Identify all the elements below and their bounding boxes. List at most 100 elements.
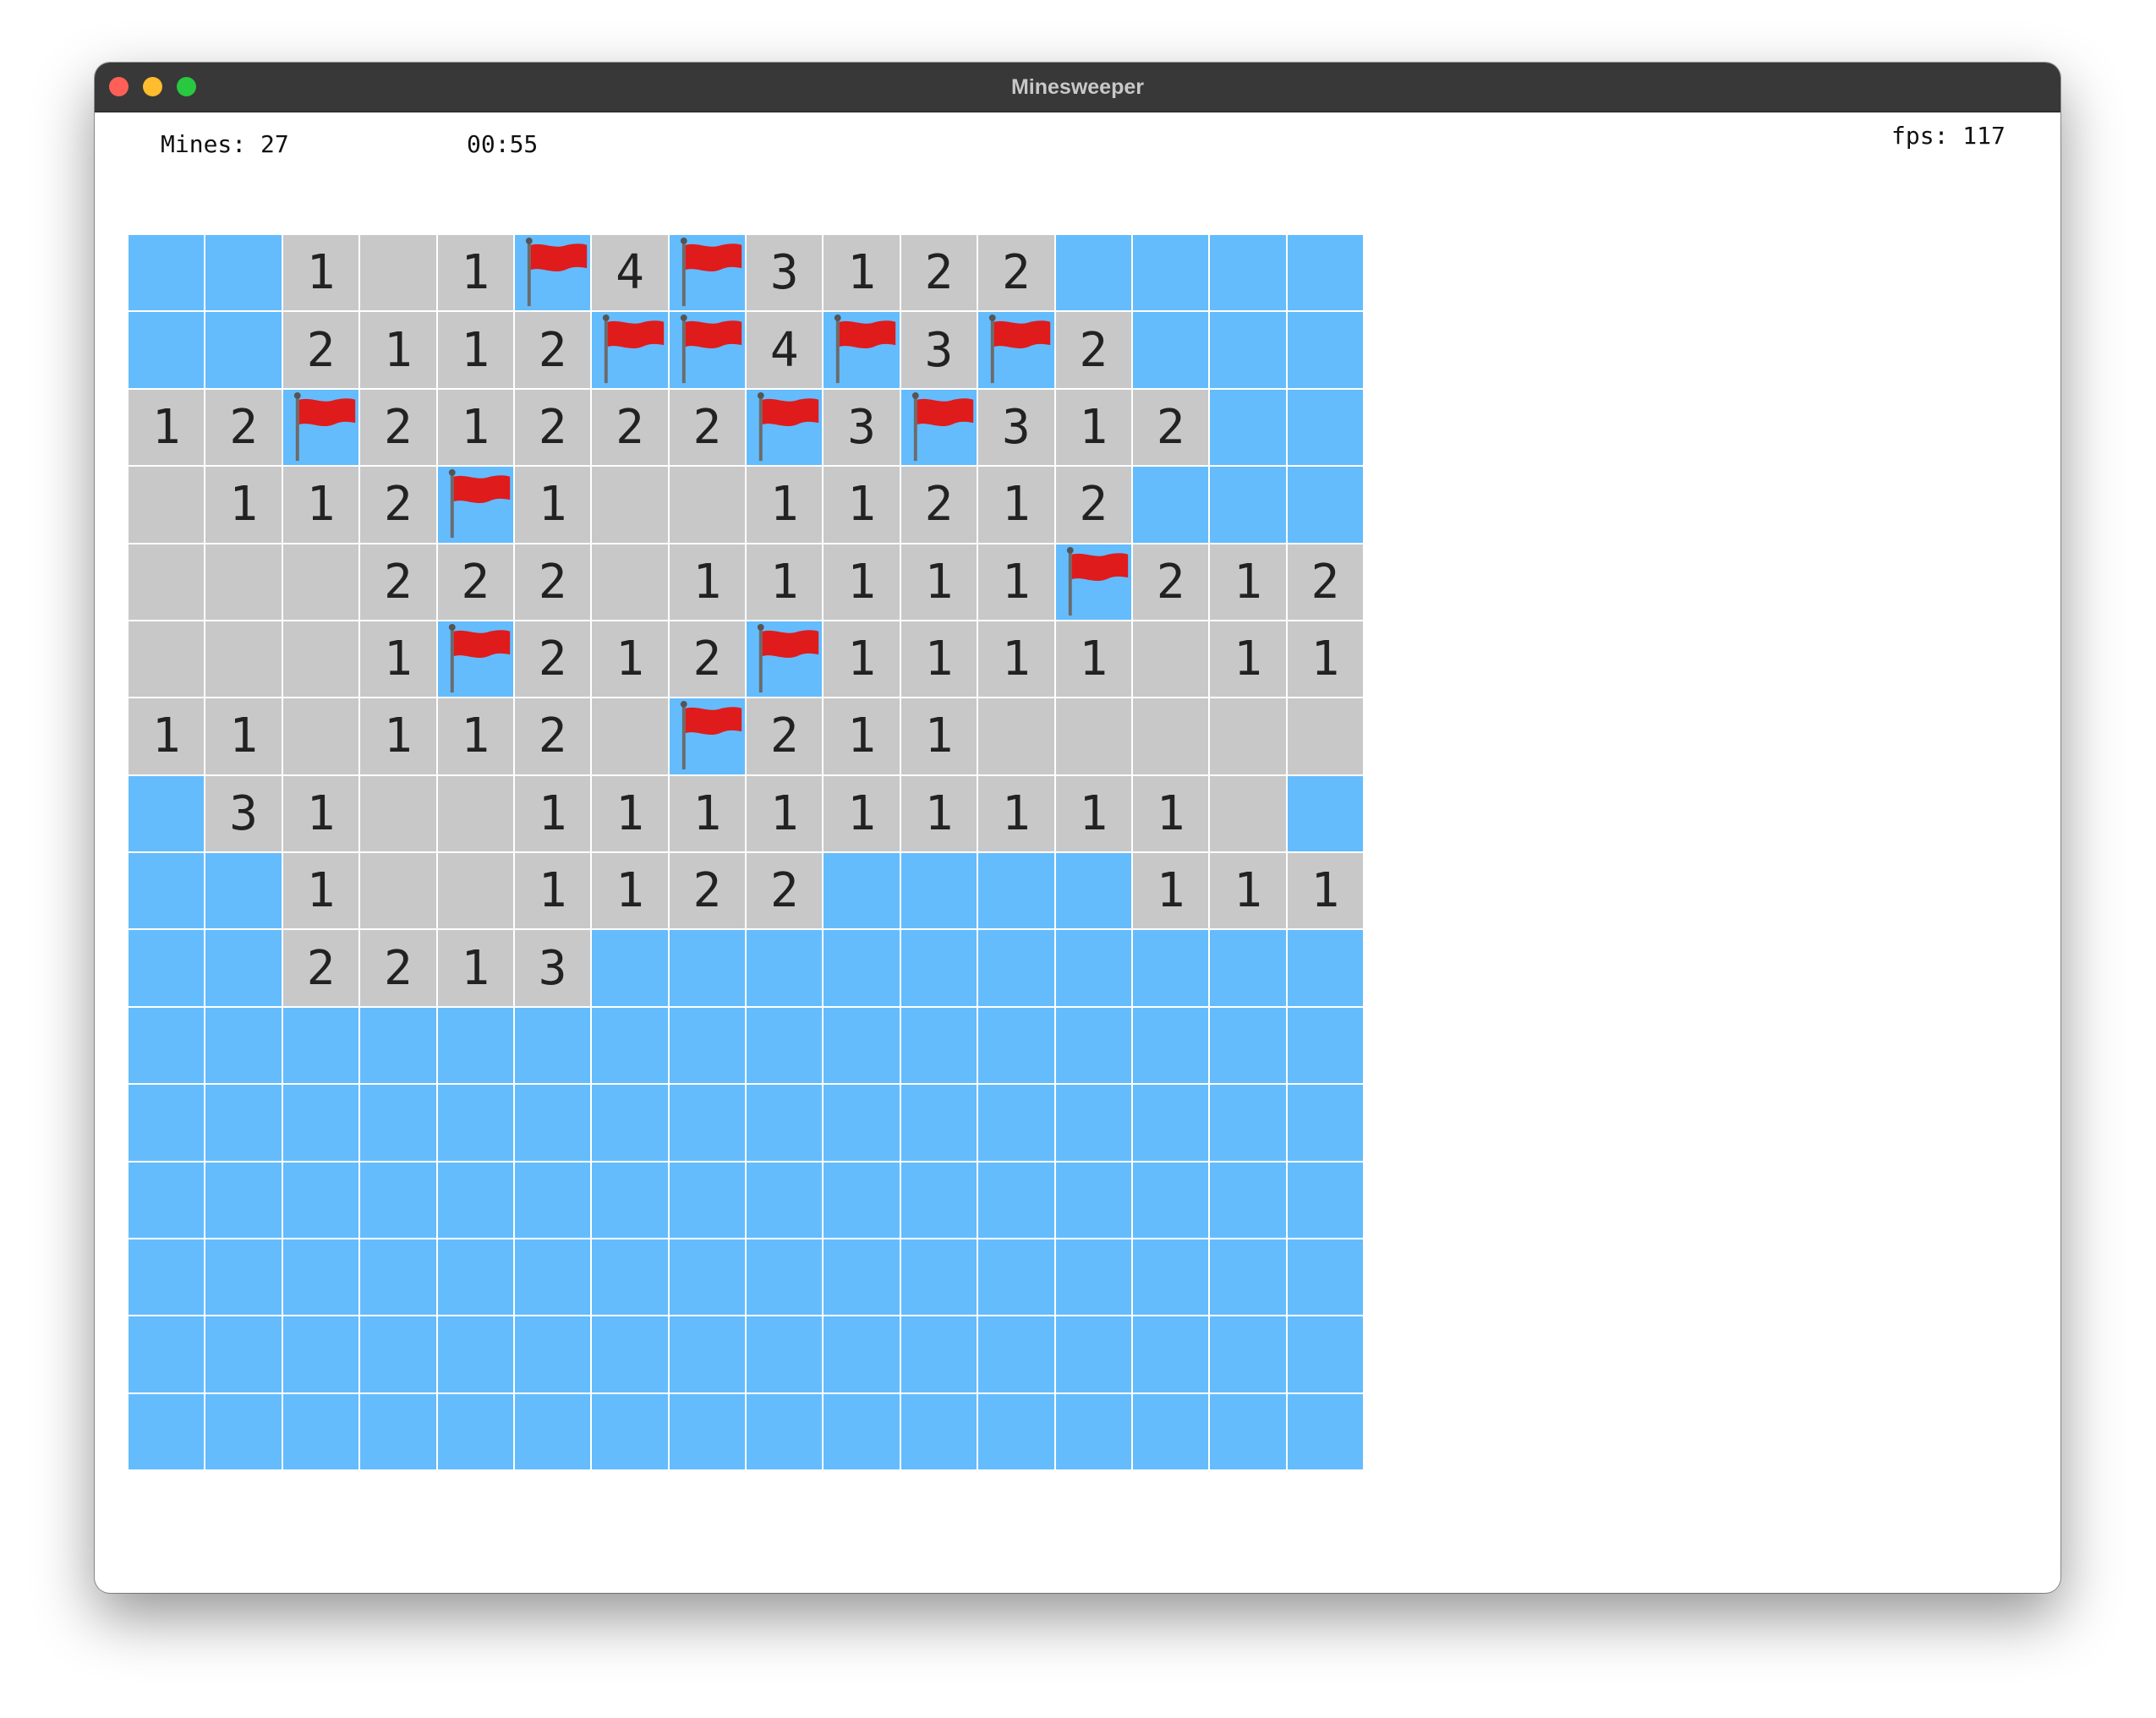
hidden-cell[interactable] xyxy=(824,1162,900,1238)
flagged-cell[interactable] xyxy=(669,312,745,388)
hidden-cell[interactable] xyxy=(1132,1316,1209,1392)
hidden-cell[interactable] xyxy=(360,1162,436,1238)
hidden-cell[interactable] xyxy=(514,1316,591,1392)
hidden-cell[interactable] xyxy=(1210,235,1286,311)
revealed-number-cell[interactable]: 1 xyxy=(978,544,1054,620)
revealed-number-cell[interactable]: 2 xyxy=(282,312,359,388)
hidden-cell[interactable] xyxy=(669,1162,745,1238)
hidden-cell[interactable] xyxy=(900,1316,977,1392)
hidden-cell[interactable] xyxy=(900,1393,977,1469)
hidden-cell[interactable] xyxy=(129,930,205,1006)
revealed-number-cell[interactable]: 1 xyxy=(1287,853,1363,929)
revealed-empty-cell[interactable] xyxy=(1210,698,1286,774)
revealed-number-cell[interactable]: 1 xyxy=(205,698,282,774)
hidden-cell[interactable] xyxy=(1287,1393,1363,1469)
hidden-cell[interactable] xyxy=(669,1085,745,1161)
revealed-empty-cell[interactable] xyxy=(282,698,359,774)
hidden-cell[interactable] xyxy=(205,1085,282,1161)
revealed-number-cell[interactable]: 2 xyxy=(437,544,513,620)
hidden-cell[interactable] xyxy=(1287,1316,1363,1392)
hidden-cell[interactable] xyxy=(900,1007,977,1084)
hidden-cell[interactable] xyxy=(205,1393,282,1469)
revealed-number-cell[interactable]: 2 xyxy=(1055,312,1131,388)
flagged-cell[interactable] xyxy=(514,235,591,311)
flagged-cell[interactable] xyxy=(282,389,359,466)
revealed-number-cell[interactable]: 1 xyxy=(978,467,1054,543)
revealed-number-cell[interactable]: 1 xyxy=(1055,621,1131,698)
hidden-cell[interactable] xyxy=(1132,467,1209,543)
hidden-cell[interactable] xyxy=(205,235,282,311)
revealed-empty-cell[interactable] xyxy=(205,544,282,620)
hidden-cell[interactable] xyxy=(1055,1162,1131,1238)
revealed-number-cell[interactable]: 2 xyxy=(978,235,1054,311)
revealed-empty-cell[interactable] xyxy=(592,467,668,543)
hidden-cell[interactable] xyxy=(1055,853,1131,929)
hidden-cell[interactable] xyxy=(205,930,282,1006)
hidden-cell[interactable] xyxy=(129,1316,205,1392)
hidden-cell[interactable] xyxy=(437,1162,513,1238)
hidden-cell[interactable] xyxy=(978,1162,1054,1238)
hidden-cell[interactable] xyxy=(129,1393,205,1469)
revealed-number-cell[interactable]: 2 xyxy=(900,235,977,311)
revealed-number-cell[interactable]: 2 xyxy=(282,930,359,1006)
revealed-number-cell[interactable]: 1 xyxy=(437,389,513,466)
revealed-number-cell[interactable]: 1 xyxy=(282,235,359,311)
hidden-cell[interactable] xyxy=(824,1316,900,1392)
hidden-cell[interactable] xyxy=(360,1007,436,1084)
hidden-cell[interactable] xyxy=(1210,1085,1286,1161)
hidden-cell[interactable] xyxy=(514,1393,591,1469)
hidden-cell[interactable] xyxy=(1210,1316,1286,1392)
hidden-cell[interactable] xyxy=(747,1239,823,1316)
hidden-cell[interactable] xyxy=(747,1007,823,1084)
revealed-empty-cell[interactable] xyxy=(669,467,745,543)
hidden-cell[interactable] xyxy=(129,775,205,851)
revealed-number-cell[interactable]: 2 xyxy=(360,544,436,620)
hidden-cell[interactable] xyxy=(747,1316,823,1392)
flagged-cell[interactable] xyxy=(437,621,513,698)
flagged-cell[interactable] xyxy=(747,389,823,466)
hidden-cell[interactable] xyxy=(282,1239,359,1316)
revealed-number-cell[interactable]: 2 xyxy=(514,621,591,698)
revealed-number-cell[interactable]: 1 xyxy=(437,235,513,311)
revealed-empty-cell[interactable] xyxy=(129,621,205,698)
revealed-number-cell[interactable]: 1 xyxy=(282,775,359,851)
hidden-cell[interactable] xyxy=(900,930,977,1006)
revealed-number-cell[interactable]: 2 xyxy=(360,930,436,1006)
revealed-number-cell[interactable]: 4 xyxy=(747,312,823,388)
revealed-number-cell[interactable]: 2 xyxy=(1287,544,1363,620)
hidden-cell[interactable] xyxy=(1210,389,1286,466)
revealed-empty-cell[interactable] xyxy=(205,621,282,698)
hidden-cell[interactable] xyxy=(592,1162,668,1238)
hidden-cell[interactable] xyxy=(282,1162,359,1238)
revealed-number-cell[interactable]: 1 xyxy=(282,467,359,543)
hidden-cell[interactable] xyxy=(437,1316,513,1392)
hidden-cell[interactable] xyxy=(592,1393,668,1469)
hidden-cell[interactable] xyxy=(669,930,745,1006)
hidden-cell[interactable] xyxy=(1210,467,1286,543)
revealed-number-cell[interactable]: 3 xyxy=(824,389,900,466)
revealed-empty-cell[interactable] xyxy=(437,853,513,929)
revealed-number-cell[interactable]: 1 xyxy=(900,544,977,620)
revealed-number-cell[interactable]: 1 xyxy=(514,467,591,543)
hidden-cell[interactable] xyxy=(360,1085,436,1161)
revealed-empty-cell[interactable] xyxy=(360,775,436,851)
hidden-cell[interactable] xyxy=(900,1162,977,1238)
hidden-cell[interactable] xyxy=(1210,1393,1286,1469)
revealed-number-cell[interactable]: 1 xyxy=(514,775,591,851)
revealed-number-cell[interactable]: 2 xyxy=(669,389,745,466)
revealed-number-cell[interactable]: 1 xyxy=(978,621,1054,698)
hidden-cell[interactable] xyxy=(747,1393,823,1469)
revealed-empty-cell[interactable] xyxy=(978,698,1054,774)
revealed-number-cell[interactable]: 1 xyxy=(360,621,436,698)
revealed-number-cell[interactable]: 1 xyxy=(669,544,745,620)
hidden-cell[interactable] xyxy=(747,1162,823,1238)
revealed-number-cell[interactable]: 1 xyxy=(437,698,513,774)
revealed-number-cell[interactable]: 1 xyxy=(747,775,823,851)
revealed-empty-cell[interactable] xyxy=(1055,698,1131,774)
revealed-number-cell[interactable]: 1 xyxy=(437,930,513,1006)
hidden-cell[interactable] xyxy=(592,1316,668,1392)
revealed-number-cell[interactable]: 1 xyxy=(747,544,823,620)
hidden-cell[interactable] xyxy=(978,1085,1054,1161)
flagged-cell[interactable] xyxy=(669,235,745,311)
revealed-number-cell[interactable]: 4 xyxy=(592,235,668,311)
